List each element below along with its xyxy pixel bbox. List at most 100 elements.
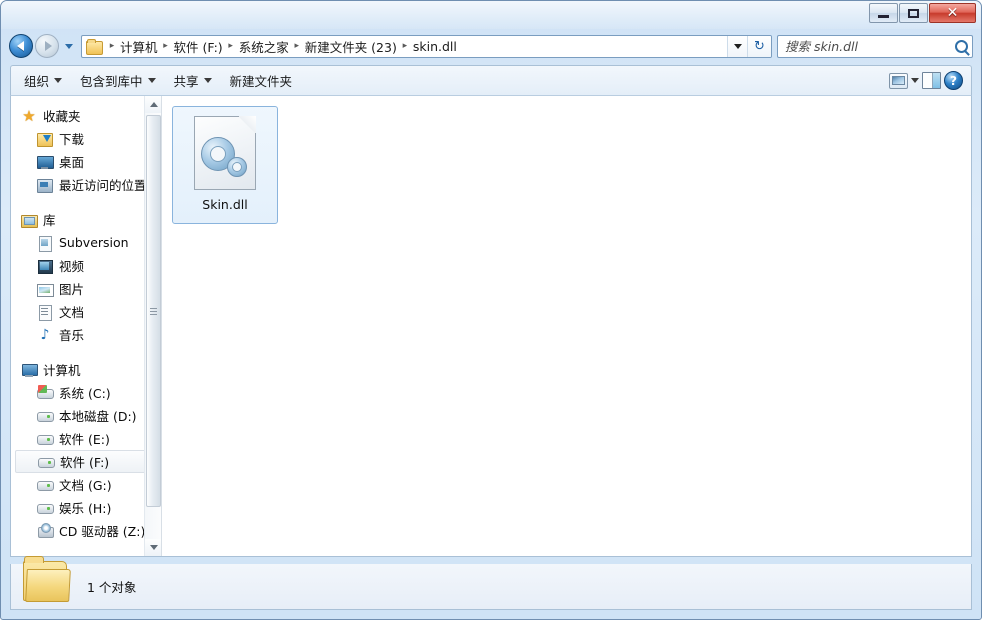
breadcrumb-separator: ▸ (105, 41, 119, 51)
dll-file-icon (194, 116, 256, 190)
sidebar-item-label: 系统 (C:) (59, 383, 111, 402)
breadcrumb-separator: ▸ (224, 41, 238, 51)
sidebar-item-drive-d[interactable]: 本地磁盘 (D:) (11, 404, 161, 427)
sidebar-item-drive-f[interactable]: 软件 (F:) (15, 450, 157, 473)
breadcrumb-item-1[interactable]: 软件 (F:) (173, 37, 224, 56)
change-view-button[interactable] (889, 73, 908, 89)
folder-icon (23, 555, 75, 605)
sidebar-item-label: 库 (43, 210, 56, 229)
sidebar-item-pictures[interactable]: 图片 (11, 277, 161, 300)
sidebar-item-music[interactable]: ♪ 音乐 (11, 323, 161, 346)
search-box[interactable] (777, 35, 973, 58)
scrollbar-grip-icon (150, 308, 157, 315)
breadcrumb-item-3[interactable]: 新建文件夹 (23) (304, 37, 398, 56)
explorer-body: ★ 收藏夹 下载 桌面 最近访问的位置 (10, 95, 972, 557)
scroll-down-button[interactable] (145, 539, 161, 556)
sidebar-item-desktop[interactable]: 桌面 (11, 150, 161, 173)
sidebar-item-label: 收藏夹 (43, 106, 81, 125)
chevron-down-icon (734, 44, 742, 49)
minimize-button[interactable] (869, 3, 898, 23)
breadcrumb-item-0[interactable]: 计算机 (119, 37, 159, 56)
address-input[interactable]: ▸ 计算机 ▸ 软件 (F:) ▸ 系统之家 ▸ 新建文件夹 (23) ▸ sk… (81, 35, 772, 58)
sidebar-item-drive-c[interactable]: 系统 (C:) (11, 381, 161, 404)
sidebar-item-drive-h[interactable]: 娱乐 (H:) (11, 496, 161, 519)
drive-icon (37, 431, 53, 447)
drive-icon (37, 408, 53, 424)
sidebar-item-label: 软件 (E:) (59, 429, 110, 448)
maximize-icon (908, 9, 919, 18)
sidebar-item-label: 计算机 (43, 360, 81, 379)
sidebar-item-label: 音乐 (59, 325, 84, 344)
toolbar-organize-button[interactable]: 组织 (15, 67, 71, 94)
toolbar-include-in-library-button[interactable]: 包含到库中 (71, 67, 165, 94)
back-button[interactable] (9, 34, 33, 58)
file-list-view[interactable]: Skin.dll (162, 96, 971, 556)
drive-icon (37, 477, 53, 493)
toolbar-new-folder-button[interactable]: 新建文件夹 (221, 67, 302, 94)
videos-icon (37, 258, 53, 274)
search-icon (955, 40, 968, 53)
sidebar-item-label: 文档 (59, 302, 84, 321)
sidebar-item-label: 下载 (59, 129, 84, 148)
help-button[interactable]: ? (944, 71, 963, 90)
recent-pages-button[interactable] (62, 35, 75, 57)
address-dropdown-button[interactable] (727, 36, 747, 57)
downloads-icon (37, 131, 53, 147)
sidebar-item-favorites[interactable]: ★ 收藏夹 (11, 104, 161, 127)
file-name-label: Skin.dll (202, 197, 247, 212)
drive-icon (38, 454, 54, 470)
maximize-button[interactable] (899, 3, 928, 23)
breadcrumb-item-4[interactable]: skin.dll (412, 39, 458, 54)
sidebar-item-videos[interactable]: 视频 (11, 254, 161, 277)
preview-pane-icon (923, 73, 933, 88)
help-icon: ? (950, 74, 957, 88)
address-bar: ▸ 计算机 ▸ 软件 (F:) ▸ 系统之家 ▸ 新建文件夹 (23) ▸ sk… (1, 29, 981, 63)
navigation-pane: ★ 收藏夹 下载 桌面 最近访问的位置 (11, 96, 161, 556)
search-input[interactable] (785, 39, 955, 54)
command-toolbar: 组织 包含到库中 共享 新建文件夹 ? (10, 65, 972, 95)
sidebar-item-label: 文档 (G:) (59, 475, 112, 494)
breadcrumb-separator: ▸ (290, 41, 304, 51)
sidebar-item-drive-e[interactable]: 软件 (E:) (11, 427, 161, 450)
subversion-icon (37, 235, 53, 251)
refresh-button[interactable]: ↻ (747, 36, 771, 57)
sidebar-item-documents[interactable]: 文档 (11, 300, 161, 323)
sidebar-item-libraries[interactable]: 库 (11, 208, 161, 231)
library-icon (21, 212, 37, 228)
title-bar: ✕ (1, 1, 981, 29)
sidebar-item-label: 娱乐 (H:) (59, 498, 111, 517)
star-icon: ★ (21, 108, 37, 124)
sidebar-scrollbar[interactable] (144, 96, 161, 556)
sidebar-item-computer[interactable]: 计算机 (11, 358, 161, 381)
system-drive-icon (37, 385, 53, 401)
toolbar-share-button[interactable]: 共享 (165, 67, 221, 94)
sidebar-item-downloads[interactable]: 下载 (11, 127, 161, 150)
scrollbar-thumb[interactable] (146, 115, 161, 507)
preview-pane-button[interactable] (922, 72, 941, 89)
sidebar-item-drive-g[interactable]: 文档 (G:) (11, 473, 161, 496)
scroll-up-button[interactable] (145, 96, 161, 113)
chevron-down-icon (204, 78, 212, 83)
breadcrumb: ▸ 计算机 ▸ 软件 (F:) ▸ 系统之家 ▸ 新建文件夹 (23) ▸ sk… (82, 36, 727, 57)
chevron-down-icon (65, 44, 73, 49)
chevron-down-icon (148, 78, 156, 83)
chevron-down-icon (54, 78, 62, 83)
forward-button[interactable] (35, 34, 59, 58)
close-button[interactable]: ✕ (929, 3, 976, 23)
sidebar-item-drive-z[interactable]: CD 驱动器 (Z:) (11, 519, 161, 542)
view-chevron-down-icon[interactable] (911, 78, 919, 83)
folder-icon (86, 39, 102, 53)
toolbar-item-label: 共享 (174, 71, 199, 90)
sidebar-item-subversion[interactable]: Subversion (11, 231, 161, 254)
forward-arrow-icon (45, 41, 52, 51)
recent-places-icon (37, 177, 53, 193)
music-icon: ♪ (37, 327, 53, 343)
chevron-down-icon (150, 545, 158, 550)
breadcrumb-item-2[interactable]: 系统之家 (238, 37, 290, 56)
breadcrumb-separator: ▸ (159, 41, 173, 51)
sidebar-item-recent-places[interactable]: 最近访问的位置 (11, 173, 161, 196)
sidebar-item-label: 最近访问的位置 (59, 175, 147, 194)
sidebar-item-label: 图片 (59, 279, 84, 298)
refresh-icon: ↻ (754, 39, 765, 54)
file-item-skin-dll[interactable]: Skin.dll (172, 106, 278, 224)
